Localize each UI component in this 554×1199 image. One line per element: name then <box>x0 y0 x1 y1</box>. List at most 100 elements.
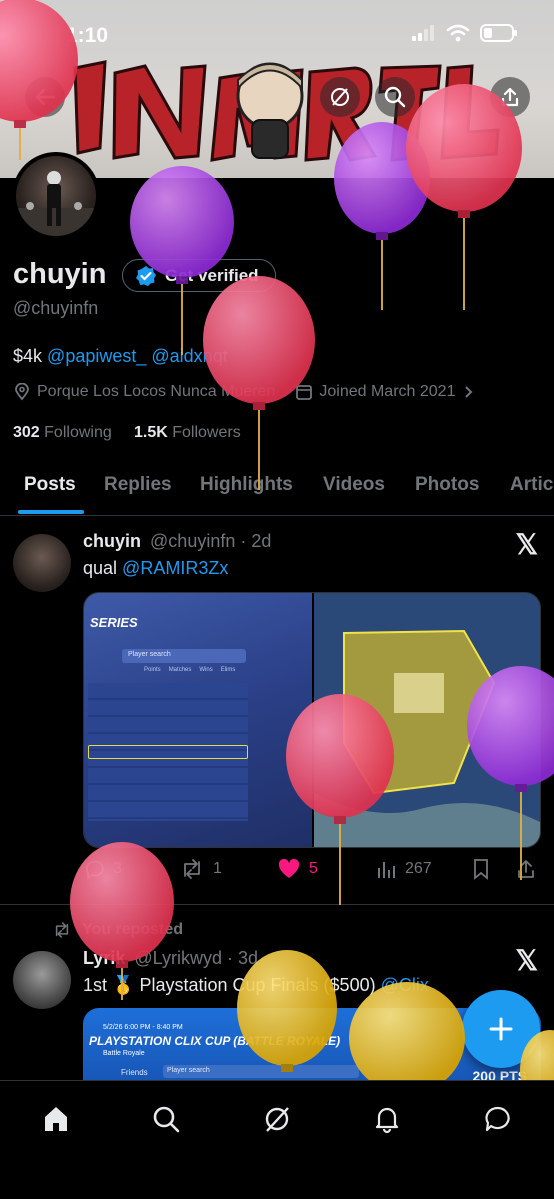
post-avatar[interactable] <box>13 951 71 1009</box>
search-icon <box>153 1106 180 1133</box>
leaderboard-col: Elims <box>220 667 236 673</box>
like-button[interactable]: 5 <box>277 858 318 880</box>
leaderboard-screenshot: SERIES Player search Points Matches Wins… <box>84 593 312 847</box>
post-author-name[interactable]: chuyin <box>83 531 141 551</box>
leaderboard-highlight <box>88 745 248 759</box>
bottom-navigation <box>0 1080 554 1199</box>
post-divider <box>0 904 554 905</box>
share-icon <box>518 860 534 878</box>
repost-label-text: You reposted <box>82 921 184 938</box>
nav-messages[interactable] <box>478 1099 518 1139</box>
post-author-handle: @chuyinfn <box>150 531 236 551</box>
get-verified-label: Get verified <box>165 265 259 285</box>
profile-meta: Porque Los Locos Nunca Mueren Joined Mar… <box>13 383 475 401</box>
share-button[interactable] <box>490 77 530 117</box>
medal-icon: 🥇 <box>112 975 135 995</box>
post-text: 1st 🥇 Playstation Cup Finals ($500) @Cli… <box>83 975 429 996</box>
tab-replies[interactable]: Replies <box>104 474 172 496</box>
x-logo-icon: 𝕏 <box>515 945 538 976</box>
post-text-body: qual <box>83 558 118 578</box>
post-author-handle: @Lyrikwyd <box>134 948 222 968</box>
tab-photos[interactable]: Photos <box>415 474 479 496</box>
event-mode: Battle Royale <box>103 1050 145 1057</box>
event-title: PLAYSTATION CLIX CUP (BATTLE ROYALE) <box>89 1034 341 1048</box>
repost-indicator: You reposted <box>52 921 183 939</box>
bell-icon <box>375 1107 399 1134</box>
nav-search[interactable] <box>146 1099 186 1139</box>
bio-mention-aidxnqt[interactable]: @aidxnqt <box>151 346 227 366</box>
post-mention[interactable]: @RAMIR3Zx <box>122 558 228 578</box>
following-link[interactable]: 302 Following <box>13 424 112 441</box>
post-avatar[interactable] <box>13 534 71 592</box>
views-count: 267 <box>405 860 432 877</box>
post-mention[interactable]: @Clix <box>381 975 429 995</box>
grok-button[interactable] <box>320 77 360 117</box>
messages-icon <box>485 1106 510 1132</box>
post-author-name[interactable]: Lyrik <box>83 948 125 968</box>
leaderboard-col: Matches <box>168 667 192 673</box>
search-icon <box>384 86 406 108</box>
nav-notifications[interactable] <box>367 1099 407 1139</box>
banner-logo <box>73 60 500 162</box>
tab-highlights[interactable]: Highlights <box>200 474 293 496</box>
status-time: 1:10 <box>66 24 109 47</box>
bio-text: $4k <box>13 346 43 366</box>
profile-handle: @chuyinfn <box>13 298 99 318</box>
back-button[interactable] <box>25 77 65 117</box>
leaderboard-columns: Points Matches Wins Elims <box>144 667 235 673</box>
profile-name: chuyin <box>13 258 107 290</box>
leaderboard-search: Player search <box>122 649 246 663</box>
status-bar: 1:10 <box>0 0 554 60</box>
post-media[interactable]: SERIES Player search Points Matches Wins… <box>83 592 541 848</box>
bookmark-button[interactable] <box>471 858 491 880</box>
nav-grok[interactable] <box>257 1099 297 1139</box>
post-share-button[interactable] <box>515 858 537 880</box>
repost-count: 1 <box>213 860 222 877</box>
followers-link[interactable]: 1.5K Followers <box>134 424 241 441</box>
repost-icon <box>184 859 200 879</box>
verified-badge-icon <box>136 265 156 286</box>
leaderboard-title: SERIES <box>90 615 138 630</box>
search-button[interactable] <box>375 77 415 117</box>
profile-avatar[interactable] <box>12 152 100 240</box>
status-icons <box>412 24 518 42</box>
nav-home[interactable] <box>36 1099 76 1139</box>
like-count: 5 <box>309 860 318 877</box>
profile-tabs: Posts Replies Highlights Videos Photos A… <box>0 458 554 516</box>
grok-icon <box>331 88 349 106</box>
x-logo-icon: 𝕏 <box>515 529 538 560</box>
tab-videos[interactable]: Videos <box>323 474 385 496</box>
location-icon <box>15 383 29 401</box>
wifi-icon <box>446 24 470 42</box>
profile-joined: Joined March 2021 <box>319 383 456 400</box>
tab-articles[interactable]: Artic <box>510 474 553 496</box>
reply-icon <box>85 860 104 880</box>
following-label: Following <box>44 424 112 441</box>
repost-icon <box>55 922 69 938</box>
followers-count: 1.5K <box>133 424 168 441</box>
event-search: Player search <box>163 1065 359 1078</box>
following-count: 302 <box>13 424 40 441</box>
post-time: · 3d <box>227 948 259 968</box>
calendar-icon <box>296 385 313 400</box>
event-date: 5/2/26 6:00 PM - 8:40 PM <box>103 1024 183 1031</box>
leaderboard-col: Wins <box>199 667 213 673</box>
chevron-right-icon[interactable] <box>461 385 475 399</box>
post-header: chuyin @chuyinfn · 2d <box>83 531 271 552</box>
views-button[interactable]: 267 <box>375 858 432 880</box>
compose-button[interactable] <box>462 990 540 1068</box>
tab-posts[interactable]: Posts <box>24 474 76 496</box>
bio-mention-papiwest[interactable]: @papiwest_ <box>47 346 146 366</box>
leaderboard-col: Points <box>144 667 161 673</box>
post-time: · 2d <box>240 531 272 551</box>
cellular-signal-icon <box>412 25 434 41</box>
bookmark-icon <box>474 859 488 880</box>
share-icon <box>501 87 519 107</box>
get-verified-button[interactable]: Get verified <box>122 259 276 292</box>
event-friends: Friends <box>121 1068 148 1077</box>
reply-button[interactable]: 3 <box>83 858 122 880</box>
avatar-photo <box>16 171 96 236</box>
views-icon <box>378 862 395 878</box>
repost-button[interactable]: 1 <box>179 858 222 880</box>
active-tab-indicator <box>18 510 84 514</box>
